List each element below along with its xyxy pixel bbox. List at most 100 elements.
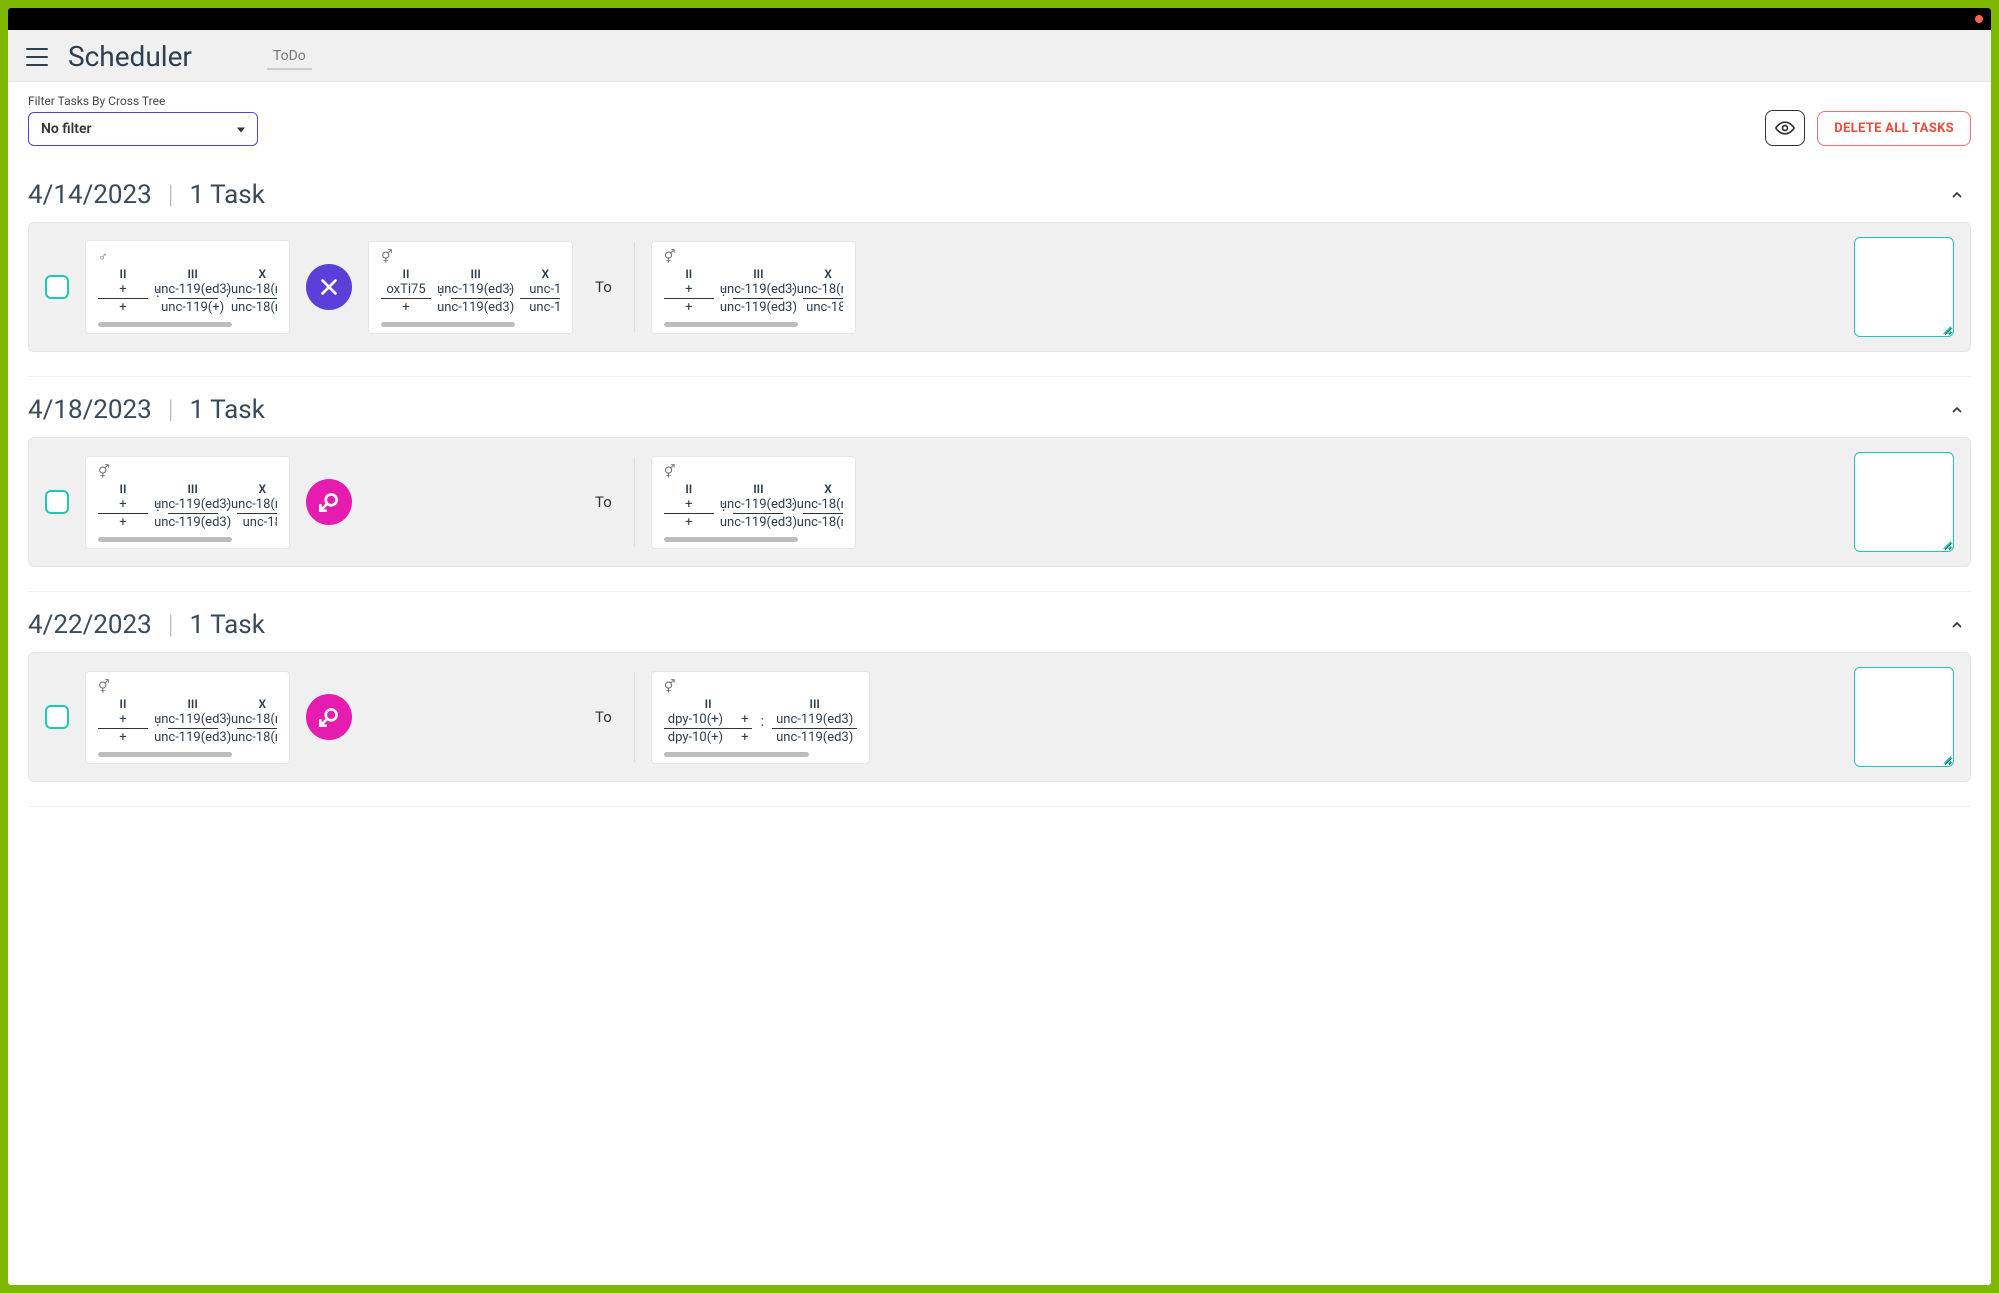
date-group-header[interactable]: 4/22/2023|1 Task [28, 610, 1971, 640]
allele-bot: unc-119(ed3) [150, 729, 235, 746]
chromosome: II++ [664, 482, 714, 531]
divider [634, 242, 635, 332]
strain-card[interactable]: ⚥II++:IIIunc-119(ed3)unc-119(ed3):Xunc-1… [85, 456, 290, 549]
allele-bot: unc-18(md [227, 729, 277, 746]
task-checkbox[interactable] [45, 490, 69, 514]
chromosome: IIdpy-10(+)+dpy-10(+)+ [664, 697, 753, 746]
chromosome: II++ [98, 267, 148, 316]
allele-bot: + [681, 299, 696, 316]
note-textarea[interactable] [1854, 667, 1954, 767]
chromosome-label: X [824, 267, 832, 281]
task-row: ⚥II++:IIIunc-119(ed3)unc-119(ed3):Xunc-1… [28, 437, 1971, 567]
to-label: To [589, 493, 618, 511]
visibility-button[interactable] [1765, 110, 1805, 146]
chromosome: II++ [664, 267, 714, 316]
chromosome: Xunc-1unc-1 [520, 267, 560, 316]
strain-card[interactable]: ⚥II++:IIIunc-119(ed3)unc-119(ed3):Xunc-1… [651, 456, 856, 549]
to-label: To [589, 278, 618, 296]
cross-action-icon [306, 264, 352, 310]
allele-top: unc-119(ed3) [150, 711, 235, 728]
window-titlebar [8, 8, 1991, 30]
chromosome: IIIunc-119(ed3)unc-119(ed3) [168, 482, 218, 531]
tab-todo[interactable]: ToDo [267, 44, 312, 70]
note-textarea[interactable] [1854, 237, 1954, 337]
scrollbar[interactable] [381, 322, 515, 327]
chromosome-label: II [685, 482, 692, 496]
allele-top: + [115, 496, 130, 513]
date-group-header[interactable]: 4/14/2023|1 Task [28, 180, 1971, 210]
chromosome: IIIunc-119(ed3)unc-119(ed3) [733, 482, 783, 531]
chevron-up-icon[interactable] [1949, 187, 1965, 203]
chromosome: II++ [98, 697, 148, 746]
task-checkbox[interactable] [45, 705, 69, 729]
allele-top: unc-119(ed3) [716, 281, 801, 298]
chromosome-label: III [753, 482, 763, 496]
chromosome-label: III [810, 697, 820, 711]
self-action-icon [306, 479, 352, 525]
allele-bot: unc-119(ed3) [433, 299, 518, 316]
chromosome-label: II [705, 697, 712, 711]
chromosome: II++ [98, 482, 148, 531]
allele-bot: + [115, 514, 130, 531]
strain-card[interactable]: ⚥IIoxTi75+:IIIunc-119(ed3)unc-119(ed3):X… [368, 241, 573, 334]
strain-card[interactable]: ⚥IIdpy-10(+)+dpy-10(+)+:IIIunc-119(ed3)u… [651, 671, 870, 764]
task-count: 1 Task [190, 395, 265, 425]
self-action-icon [306, 694, 352, 740]
chromosome-label: X [258, 697, 266, 711]
male-icon: ♂ [98, 249, 277, 265]
allele-top: + [115, 281, 130, 298]
chevron-up-icon[interactable] [1949, 617, 1965, 633]
delete-all-button[interactable]: DELETE ALL TASKS [1817, 111, 1971, 146]
allele-bot: + [681, 514, 696, 531]
allele-top: unc-18(md [793, 496, 843, 513]
app-window: Scheduler ToDo Filter Tasks By Cross Tre… [8, 8, 1991, 1285]
scrollbar[interactable] [664, 752, 809, 757]
scrollbar[interactable] [98, 537, 232, 542]
strain-card[interactable]: ⚥II++:IIIunc-119(ed3)unc-119(ed3):Xunc-1… [85, 671, 290, 764]
allele-top: unc-18(md [227, 281, 277, 298]
hermaphrodite-icon: ⚥ [664, 680, 857, 695]
scrollbar[interactable] [664, 537, 798, 542]
chromosome-label: III [470, 267, 480, 281]
filter-select[interactable]: No filter [28, 112, 258, 146]
date-group-header[interactable]: 4/18/2023|1 Task [28, 395, 1971, 425]
hermaphrodite-icon: ⚥ [664, 465, 843, 480]
allele-top: unc-1 [525, 281, 560, 298]
chromosome-label: II [120, 267, 127, 281]
note-textarea[interactable] [1854, 452, 1954, 552]
allele-top: + [681, 281, 696, 298]
chromosome-label: X [824, 482, 832, 496]
allele-top: unc-18(md [227, 496, 277, 513]
allele-top: unc-18(md [227, 711, 277, 728]
chromosome: IIIunc-119(ed3)unc-119(ed3) [168, 697, 218, 746]
divider [634, 672, 635, 762]
strain-card[interactable]: ♂II++:IIIunc-119(ed3)unc-119(+):Xunc-18(… [85, 240, 290, 334]
scrollbar[interactable] [664, 322, 798, 327]
chromosome: IIIunc-119(ed3)unc-119(ed3) [733, 267, 783, 316]
close-window-dot[interactable] [1975, 15, 1983, 23]
hermaphrodite-icon: ⚥ [664, 250, 843, 265]
task-list: 4/14/2023|1 Task♂II++:IIIunc-119(ed3)unc… [8, 154, 1991, 1285]
chromosome: Xunc-18(mdunc-18(md [237, 697, 277, 746]
allele-bot: unc-119(ed3) [716, 514, 801, 531]
filter-value: No filter [41, 121, 92, 137]
chromosome-label: II [120, 482, 127, 496]
chromosome: Xunc-18(mdunc-18(md [237, 267, 277, 316]
divider [28, 806, 1971, 807]
allele-top: unc-18(md [793, 281, 843, 298]
chromosome-label: X [258, 482, 266, 496]
filter-group: Filter Tasks By Cross Tree No filter [28, 94, 258, 146]
scrollbar[interactable] [98, 322, 232, 327]
task-checkbox[interactable] [45, 275, 69, 299]
chromosome: IIIunc-119(ed3)unc-119(ed3) [772, 697, 857, 746]
menu-icon[interactable] [26, 48, 48, 66]
separator: : [760, 712, 764, 730]
strain-card[interactable]: ⚥II++:IIIunc-119(ed3)unc-119(ed3):Xunc-1… [651, 241, 856, 334]
hermaphrodite-icon: ⚥ [381, 250, 560, 265]
allele-bot: unc-119(ed3) [772, 729, 857, 746]
hermaphrodite-icon: ⚥ [98, 680, 277, 695]
chevron-up-icon[interactable] [1949, 402, 1965, 418]
divider [634, 457, 635, 547]
scrollbar[interactable] [98, 752, 232, 757]
chromosome-label: II [120, 697, 127, 711]
